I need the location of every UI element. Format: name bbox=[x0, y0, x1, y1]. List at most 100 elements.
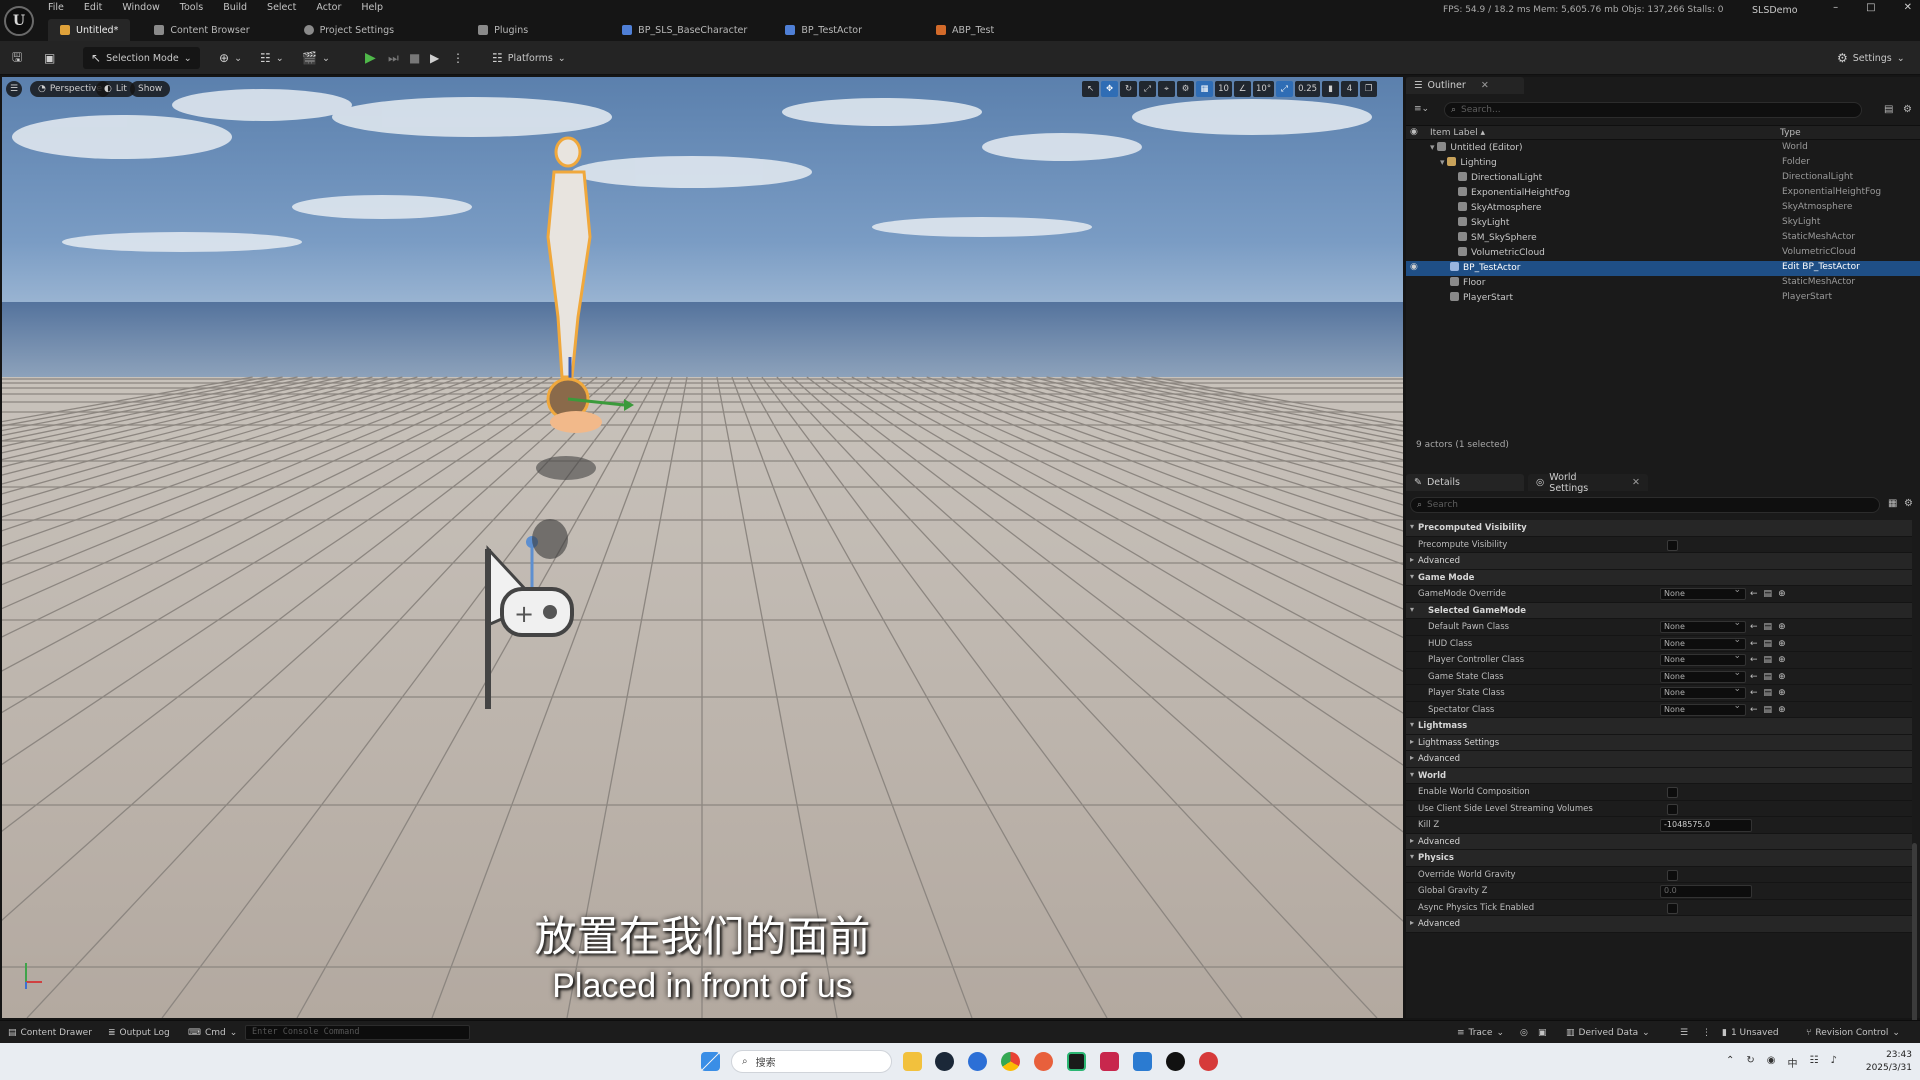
settings-button[interactable]: ⚙ Settings ⌄ bbox=[1837, 47, 1905, 69]
property-number-field[interactable]: -1048575.0 bbox=[1660, 819, 1752, 832]
add-icon[interactable]: ⊕ bbox=[1778, 688, 1786, 698]
property-global-gravity-z[interactable]: Global Gravity Z 0.0 bbox=[1406, 883, 1912, 900]
category-world[interactable]: ▾ World bbox=[1406, 767, 1912, 784]
use-selected-icon[interactable]: ← bbox=[1750, 639, 1758, 649]
edit-blueprint-link[interactable]: Edit BP_TestActor bbox=[1782, 262, 1860, 272]
app-icon[interactable] bbox=[1199, 1052, 1218, 1071]
browse-icon[interactable]: ▤ bbox=[1764, 639, 1773, 649]
camera-speed-value[interactable]: 4 bbox=[1341, 81, 1359, 97]
menu-edit[interactable]: Edit bbox=[84, 2, 102, 16]
browse-icon[interactable]: ▤ bbox=[1764, 705, 1773, 715]
property-number-field[interactable]: 0.0 bbox=[1660, 885, 1752, 898]
category-lightmass-settings[interactable]: ▸ Lightmass Settings bbox=[1406, 734, 1912, 751]
property-async-physics-tick-enabled[interactable]: Async Physics Tick Enabled bbox=[1406, 899, 1912, 916]
use-selected-icon[interactable]: ← bbox=[1750, 655, 1758, 665]
file-explorer-icon[interactable] bbox=[903, 1052, 922, 1071]
details-scrollbar[interactable] bbox=[1912, 843, 1917, 1043]
more-icon[interactable]: ⋮ bbox=[1702, 1025, 1711, 1040]
outliner-row-lighting[interactable]: ▾ Lighting Folder bbox=[1406, 156, 1920, 171]
category-advanced[interactable]: ▸ Advanced bbox=[1406, 916, 1912, 933]
rider-icon[interactable] bbox=[1100, 1052, 1119, 1071]
derived-data-dropdown[interactable]: ▥ Derived Data ⌄ bbox=[1566, 1025, 1650, 1040]
close-icon[interactable]: ✕ bbox=[1481, 80, 1489, 91]
class-picker-dropdown[interactable]: None bbox=[1660, 684, 1746, 699]
property-checkbox[interactable] bbox=[1667, 539, 1678, 551]
filter-icon[interactable]: ≡⌄ bbox=[1414, 104, 1429, 114]
firefox-icon[interactable] bbox=[1034, 1052, 1053, 1071]
expand-arrow-icon[interactable]: ▾ bbox=[1410, 720, 1414, 729]
category-precomputed-visibility[interactable]: ▾ Precomputed Visibility bbox=[1406, 520, 1912, 537]
tab-plugins[interactable]: Plugins bbox=[466, 19, 540, 41]
vscode-icon[interactable] bbox=[1133, 1052, 1152, 1071]
property-precompute-visibility[interactable]: Precompute Visibility bbox=[1406, 536, 1912, 553]
rotation-snap-value[interactable]: 10° bbox=[1253, 81, 1275, 97]
tab-bp-testactor[interactable]: BP_TestActor bbox=[773, 19, 874, 41]
tree-expand-icon[interactable]: ▾ bbox=[1430, 143, 1437, 153]
category-advanced[interactable]: ▸ Advanced bbox=[1406, 751, 1912, 768]
browse-icon[interactable]: ▤ bbox=[1764, 688, 1773, 698]
console-command-input[interactable] bbox=[246, 1027, 469, 1037]
tab-bp-sls-basecharacter[interactable]: BP_SLS_BaseCharacter bbox=[610, 19, 759, 41]
outliner-row-volumetriccloud[interactable]: VolumetricCloud VolumetricCloud bbox=[1406, 246, 1920, 261]
outliner-row-playerstart[interactable]: PlayerStart PlayerStart bbox=[1406, 291, 1920, 306]
screenshot-icon[interactable]: ▣ bbox=[1538, 1025, 1547, 1040]
property-spectator-class[interactable]: Spectator Class None ← ▤ ⊕ bbox=[1406, 701, 1912, 718]
tab-project-settings[interactable]: Project Settings bbox=[292, 19, 407, 41]
property-checkbox[interactable] bbox=[1667, 902, 1678, 914]
property-hud-class[interactable]: HUD Class None ← ▤ ⊕ bbox=[1406, 635, 1912, 652]
camera-speed-icon[interactable]: ▮ bbox=[1322, 81, 1340, 97]
add-folder-icon[interactable]: ▤ bbox=[1884, 104, 1893, 115]
column-type[interactable]: Type bbox=[1780, 128, 1801, 138]
surface-snap-icon[interactable]: ⚙ bbox=[1177, 81, 1194, 97]
maximize-button[interactable]: □ bbox=[1866, 2, 1875, 13]
outliner-row-sm-skysphere[interactable]: SM_SkySphere StaticMeshActor bbox=[1406, 231, 1920, 246]
play-options-button[interactable]: ⋮ bbox=[452, 47, 464, 69]
add-icon[interactable]: ⊕ bbox=[1778, 705, 1786, 715]
step-button[interactable]: ⏭ bbox=[388, 47, 399, 69]
add-icon[interactable]: ⊕ bbox=[1778, 655, 1786, 665]
property-checkbox[interactable] bbox=[1667, 787, 1678, 798]
app-icon[interactable] bbox=[968, 1052, 987, 1071]
taskbar-search[interactable]: ⌕ 搜索 bbox=[731, 1050, 892, 1073]
scale-tool-icon[interactable]: ⤢ bbox=[1139, 81, 1156, 97]
class-picker-dropdown[interactable]: None bbox=[1660, 668, 1746, 683]
live-coding-icon[interactable]: ◎ bbox=[1520, 1025, 1528, 1040]
cinematics-button[interactable]: 🎬 ⌄ bbox=[302, 47, 330, 69]
tab-details[interactable]: ✎ Details bbox=[1406, 474, 1524, 491]
minimize-button[interactable]: – bbox=[1833, 2, 1838, 13]
scale-snap-icon[interactable]: ⤢ bbox=[1276, 81, 1294, 97]
expand-arrow-icon[interactable]: ▾ bbox=[1410, 852, 1414, 861]
menu-tools[interactable]: Tools bbox=[180, 2, 203, 16]
show-button[interactable]: Show bbox=[130, 81, 171, 97]
tray-app-icon[interactable]: ↻ bbox=[1746, 1055, 1754, 1070]
console-command-field[interactable] bbox=[245, 1025, 470, 1040]
save-button[interactable]: 🖫 bbox=[12, 47, 22, 69]
property-override-world-gravity[interactable]: Override World Gravity bbox=[1406, 866, 1912, 883]
details-search[interactable]: ⌕ bbox=[1410, 497, 1880, 513]
property-gamemode-override[interactable]: GameMode Override None ← ▤ ⊕ bbox=[1406, 585, 1912, 603]
cmd-dropdown[interactable]: ⌨ Cmd ⌄ bbox=[188, 1025, 237, 1040]
property-enable-world-composition[interactable]: Enable World Composition bbox=[1406, 784, 1912, 801]
content-browser-button[interactable]: ▣ bbox=[44, 47, 55, 69]
details-search-input[interactable] bbox=[1427, 500, 1879, 510]
category-game-mode[interactable]: ▾ Game Mode bbox=[1406, 569, 1912, 586]
column-item-label[interactable]: Item Label ▴ bbox=[1430, 128, 1485, 138]
close-button[interactable]: ✕ bbox=[1904, 2, 1912, 13]
category-physics[interactable]: ▾ Physics bbox=[1406, 850, 1912, 867]
input-method-icon[interactable]: 中 bbox=[1788, 1055, 1798, 1070]
play-button[interactable]: ▶ bbox=[365, 47, 376, 69]
gear-icon[interactable]: ⚙ bbox=[1903, 104, 1912, 115]
menu-build[interactable]: Build bbox=[223, 2, 247, 16]
launch-button[interactable]: ▶ bbox=[430, 47, 439, 69]
expand-arrow-icon[interactable]: ▾ bbox=[1410, 770, 1414, 779]
use-selected-icon[interactable]: ← bbox=[1750, 672, 1758, 682]
browse-icon[interactable]: ▤ bbox=[1764, 622, 1773, 632]
use-selected-icon[interactable]: ← bbox=[1750, 589, 1758, 599]
menu-actor[interactable]: Actor bbox=[316, 2, 341, 16]
class-picker-dropdown[interactable]: None bbox=[1660, 585, 1746, 600]
world-local-icon[interactable]: ⌖ bbox=[1158, 81, 1175, 97]
tab-untitled[interactable]: Untitled* bbox=[48, 19, 131, 41]
platforms-dropdown[interactable]: ☷ Platforms ⌄ bbox=[488, 47, 570, 69]
tab-world-settings[interactable]: ◎ World Settings ✕ bbox=[1528, 472, 1648, 494]
add-actor-button[interactable]: ⊕ ⌄ bbox=[219, 47, 242, 69]
